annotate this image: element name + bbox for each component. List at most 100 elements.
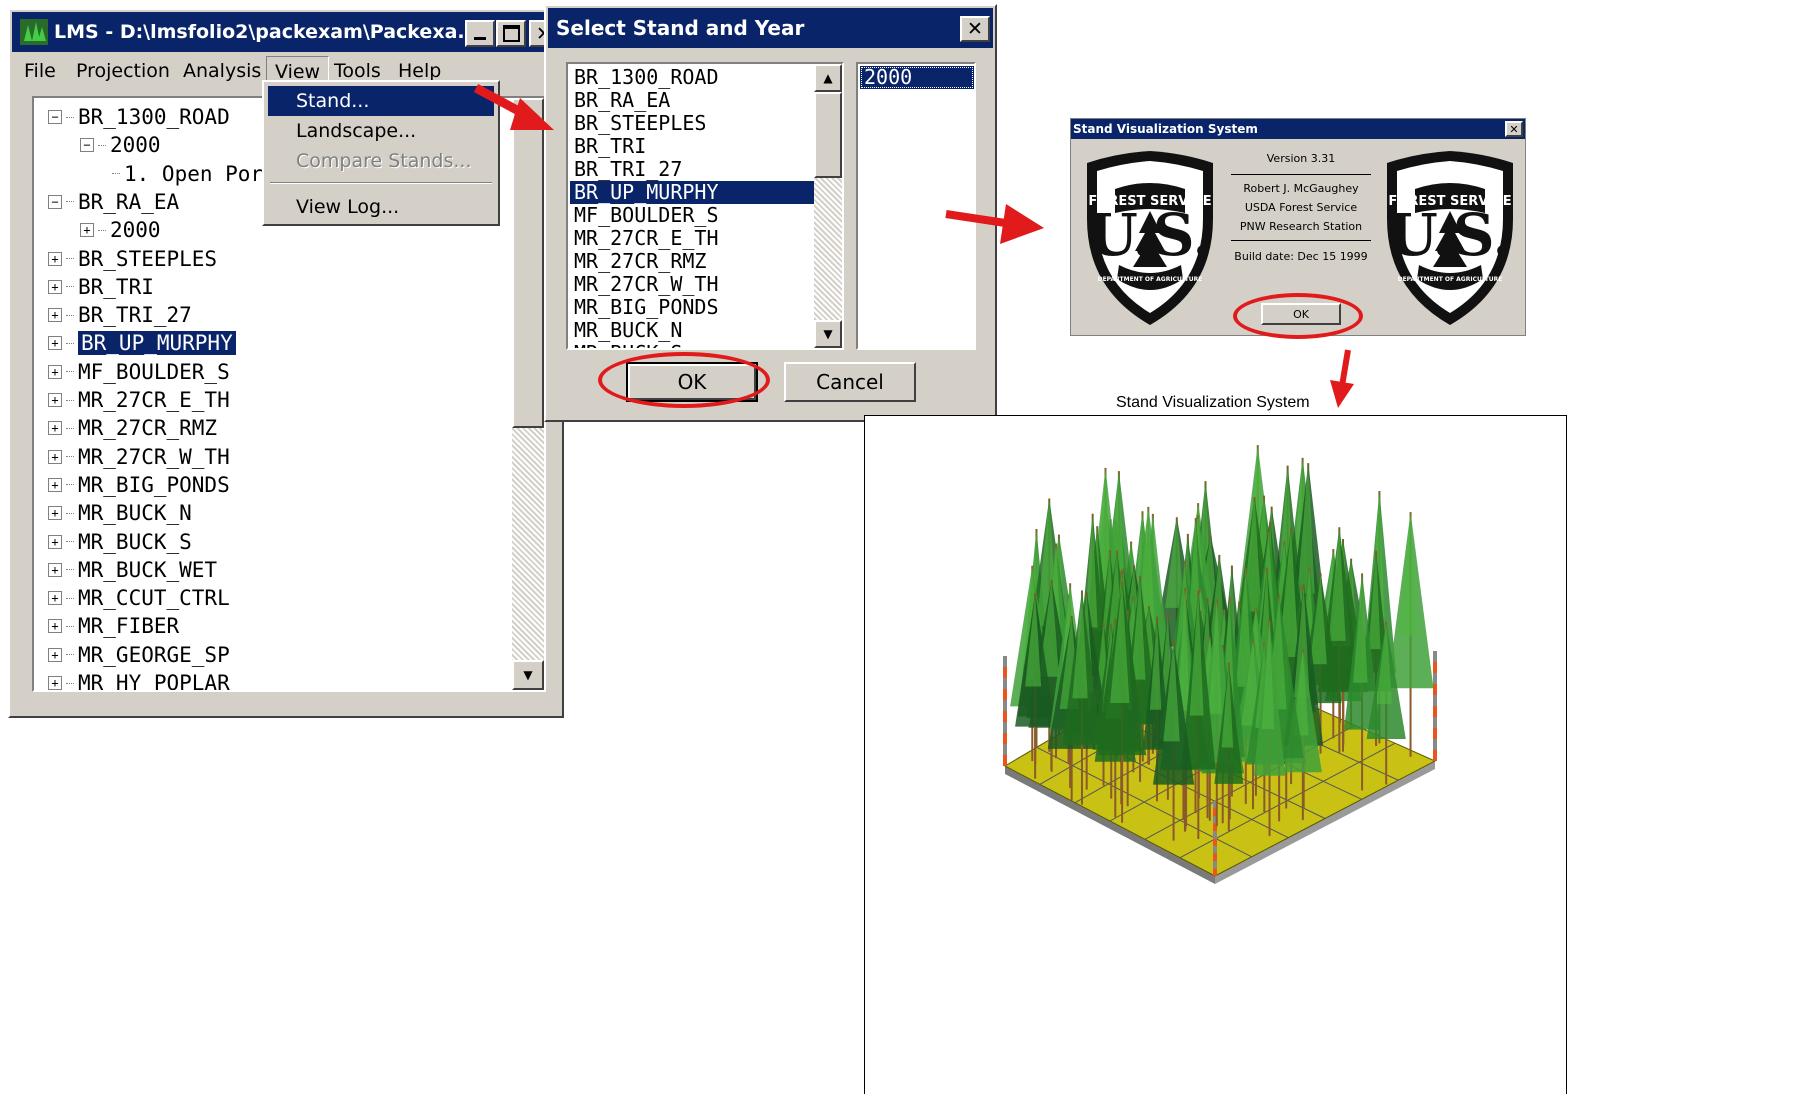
view-menu-item[interactable]: View Log...: [268, 192, 494, 222]
expand-icon[interactable]: +: [48, 562, 62, 577]
stand-scroll-down[interactable]: ▼: [814, 320, 842, 348]
tree-connector: [66, 258, 74, 259]
maximize-button[interactable]: [496, 20, 526, 47]
svs-window-title: Stand Visualization System: [1116, 394, 1310, 411]
tree-item-label: MR_BUCK_N: [78, 501, 192, 526]
collapse-icon[interactable]: −: [80, 138, 94, 153]
stand-list-item[interactable]: MR_27CR_W_TH: [570, 273, 814, 296]
about-ok-highlight-ellipse: [1233, 293, 1363, 339]
view-menu-item[interactable]: Stand...: [268, 86, 494, 116]
tree-item[interactable]: +2000: [80, 215, 161, 245]
year-list-item[interactable]: 2000: [860, 66, 974, 89]
stand-list-item[interactable]: MR_27CR_E_TH: [570, 227, 814, 250]
expand-icon[interactable]: +: [48, 477, 62, 492]
expand-icon[interactable]: +: [48, 279, 62, 294]
tree-item[interactable]: + MR_27CR_E_TH: [48, 385, 230, 415]
tree-scroll-down[interactable]: ▼: [512, 660, 544, 690]
stand-list-item[interactable]: BR_TRI: [570, 135, 814, 158]
tree-item[interactable]: + MR_BUCK_N: [48, 498, 192, 528]
stand-list-item[interactable]: MR_BUCK_N: [570, 319, 814, 342]
stand-list-item[interactable]: BR_1300_ROAD: [570, 66, 814, 89]
tree-connector: [66, 682, 74, 684]
tree-connector: [66, 512, 74, 514]
expand-icon[interactable]: +: [48, 676, 62, 690]
tree-connector: [66, 625, 74, 627]
tree-item[interactable]: + MR_FIBER: [48, 611, 179, 641]
stand-list-item[interactable]: MR_27CR_RMZ: [570, 250, 814, 273]
stand-list-item[interactable]: MR_BIG_PONDS: [570, 296, 814, 319]
collapse-icon[interactable]: −: [48, 194, 62, 209]
menu-file[interactable]: File: [24, 60, 56, 82]
select-cancel-label: Cancel: [816, 370, 884, 394]
tree-item[interactable]: + MR_27CR_RMZ: [48, 413, 217, 443]
expand-icon[interactable]: +: [48, 591, 62, 606]
expand-icon[interactable]: +: [48, 336, 62, 351]
expand-icon[interactable]: +: [48, 619, 62, 634]
tree-item-label: MR_BIG_PONDS: [78, 472, 230, 497]
expand-icon[interactable]: +: [48, 393, 62, 407]
tree-item[interactable]: + MF_BOULDER_S: [48, 357, 230, 387]
expand-icon[interactable]: +: [48, 506, 62, 521]
menu-separator: [270, 182, 492, 184]
menu-analysis[interactable]: Analysis: [183, 60, 261, 82]
stand-scroll-up[interactable]: ▲: [814, 64, 842, 92]
view-menu-items: Stand... Landscape... Compare Stands... Vie…: [264, 82, 498, 224]
tree-item-label: MR_27CR_E_TH: [78, 388, 230, 412]
tree-item[interactable]: + BR_STEEPLES: [48, 244, 217, 274]
expand-icon[interactable]: +: [48, 647, 62, 662]
badge-bottom-text: DEPARTMENT OF AGRICULTURE: [1398, 276, 1503, 283]
stand-list-item[interactable]: MR_BUCK_S: [570, 342, 814, 349]
expand-icon[interactable]: +: [48, 364, 62, 379]
tree-item[interactable]: − BR_1300_ROAD: [48, 102, 230, 132]
tree-item[interactable]: + MR_BUCK_WET: [48, 555, 217, 585]
tree-scrollbar[interactable]: ▲ ▼: [512, 98, 544, 690]
svs-about-close-button[interactable]: ✕: [1505, 121, 1523, 137]
menu-help[interactable]: Help: [398, 60, 441, 82]
stand-list-item[interactable]: BR_STEEPLES: [570, 112, 814, 135]
stand-list-item[interactable]: MF_BOULDER_S: [570, 204, 814, 227]
tree-connector: [66, 541, 74, 542]
tree-scroll-thumb[interactable]: [512, 128, 544, 428]
tree-item-label: MR_27CR_W_TH: [78, 444, 230, 469]
expand-icon[interactable]: +: [48, 421, 62, 436]
tree-connector: [66, 597, 74, 599]
select-dialog-close-button[interactable]: ✕: [960, 16, 990, 42]
menu-tools[interactable]: Tools: [334, 60, 381, 82]
svs-divider-1: [1231, 174, 1371, 175]
view-menu-item[interactable]: Landscape...: [268, 116, 494, 146]
expand-icon[interactable]: +: [80, 223, 94, 238]
svs-about-title: Stand Visualization System: [1073, 122, 1258, 136]
expand-icon[interactable]: +: [48, 251, 62, 266]
collapse-icon[interactable]: −: [48, 110, 62, 124]
tree-item[interactable]: + MR_HY_POPLAR: [48, 668, 230, 690]
svs-about-info: Version 3.31 Robert J. McGaughey USDA Fo…: [1231, 149, 1371, 266]
tree-item[interactable]: − BR_RA_EA: [48, 187, 179, 217]
tree-item[interactable]: + MR_CCUT_CTRL: [48, 583, 230, 613]
expand-icon[interactable]: +: [48, 308, 62, 323]
tree-item[interactable]: + BR_TRI_27: [48, 300, 192, 330]
tree-item[interactable]: − 2000: [80, 130, 161, 160]
stand-scrollbar[interactable]: ▲ ▼: [814, 64, 842, 348]
expand-icon[interactable]: +: [48, 449, 62, 464]
expand-icon[interactable]: +: [48, 534, 62, 549]
stand-scroll-thumb[interactable]: [814, 92, 842, 178]
view-menu-item[interactable]: Compare Stands...: [268, 146, 494, 176]
svs-org: USDA Forest Service: [1244, 201, 1358, 214]
stand-list-item[interactable]: BR_TRI_27: [570, 158, 814, 181]
select-stand-dialog: Select Stand and Year ✕ BR_1300_ROAD BR_R…: [544, 4, 997, 422]
tree-item[interactable]: + MR_BIG_PONDS: [48, 470, 230, 500]
tree-item[interactable]: + MR_27CR_W_TH: [48, 442, 230, 472]
stand-listbox[interactable]: BR_1300_ROAD BR_RA_EA BR_STEEPLES BR_TRI BR_…: [566, 62, 844, 350]
select-cancel-button[interactable]: Cancel: [784, 362, 916, 402]
tree-item-label: MR_BUCK_WET: [78, 557, 218, 582]
tree-item[interactable]: + MR_BUCK_S: [48, 527, 192, 557]
menu-projection[interactable]: Projection: [76, 60, 170, 82]
select-dialog-titlebar: Select Stand and Year: [548, 8, 993, 48]
stand-list-item[interactable]: BR_UP_MURPHY: [570, 181, 814, 204]
stand-list-item[interactable]: BR_RA_EA: [570, 89, 814, 112]
minimize-button[interactable]: [465, 20, 495, 47]
tree-item[interactable]: + BR_UP_MURPHY: [48, 328, 236, 358]
tree-item[interactable]: + MR_GEORGE_SP: [48, 640, 230, 670]
tree-item[interactable]: + BR_TRI: [48, 272, 154, 302]
svs-build-date: Build date: Dec 15 1999: [1234, 250, 1368, 263]
